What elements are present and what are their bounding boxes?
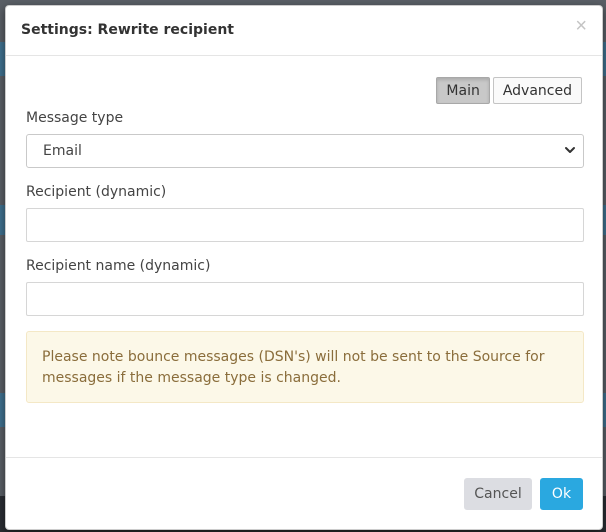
message-type-label: Message type	[26, 110, 124, 126]
chevron-down-icon	[565, 147, 575, 153]
dialog-title: Settings: Rewrite recipient	[21, 22, 235, 38]
cancel-button[interactable]: Cancel	[464, 478, 532, 510]
warning-notice: Please note bounce messages (DSN's) will…	[26, 331, 584, 403]
dialog-footer: Cancel Ok	[6, 457, 602, 529]
dialog-header: Settings: Rewrite recipient ×	[6, 6, 602, 56]
recipient-name-input[interactable]	[26, 282, 584, 316]
tab-main[interactable]: Main	[436, 77, 490, 104]
ok-button[interactable]: Ok	[540, 478, 583, 510]
recipient-input[interactable]	[26, 208, 584, 242]
recipient-label: Recipient (dynamic)	[26, 184, 167, 200]
message-type-select[interactable]: Email	[26, 134, 584, 168]
tab-group: Main Advanced	[436, 77, 582, 104]
settings-dialog: Settings: Rewrite recipient × Main Advan…	[5, 5, 603, 530]
close-icon[interactable]: ×	[575, 16, 587, 36]
message-type-value: Email	[43, 143, 82, 159]
tab-advanced[interactable]: Advanced	[492, 77, 582, 104]
recipient-name-label: Recipient name (dynamic)	[26, 258, 211, 274]
